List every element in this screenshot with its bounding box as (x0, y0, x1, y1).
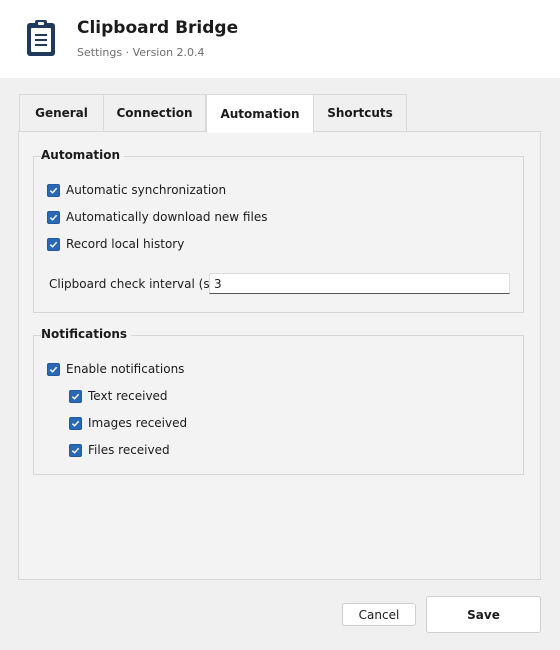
notifications-group-title: Notifications (41, 327, 132, 341)
checkmark-icon (69, 416, 82, 430)
checkmark-icon (69, 389, 82, 403)
app-header: Clipboard Bridge Settings · Version 2.0.… (0, 0, 560, 78)
interval-input[interactable] (209, 273, 510, 294)
local-history-checkbox[interactable]: Record local history (47, 237, 184, 251)
interval-label: Clipboard check interval (s) (49, 277, 215, 291)
files-received-checkbox[interactable]: Files received (69, 443, 170, 457)
text-received-checkbox[interactable]: Text received (69, 389, 168, 403)
enable-notifications-label: Enable notifications (66, 362, 185, 376)
checkmark-icon (47, 362, 60, 376)
checkmark-icon (47, 210, 60, 224)
auto-sync-label: Automatic synchronization (66, 183, 227, 197)
clipboard-icon (27, 20, 55, 56)
images-received-label: Images received (88, 416, 188, 430)
app-title: Clipboard Bridge (77, 18, 239, 38)
auto-download-label: Automatically download new files (66, 210, 268, 224)
tab-general[interactable]: General (19, 94, 104, 131)
tab-connection[interactable]: Connection (103, 94, 206, 131)
tab-shortcuts[interactable]: Shortcuts (313, 94, 407, 131)
checkmark-icon (69, 443, 82, 457)
cancel-button[interactable]: Cancel (342, 603, 416, 626)
tab-automation[interactable]: Automation (206, 94, 314, 133)
save-button[interactable]: Save (426, 596, 541, 633)
auto-download-checkbox[interactable]: Automatically download new files (47, 210, 267, 224)
images-received-checkbox[interactable]: Images received (69, 416, 187, 430)
text-received-label: Text received (88, 389, 168, 403)
auto-sync-checkbox[interactable]: Automatic synchronization (47, 183, 226, 197)
files-received-label: Files received (88, 443, 170, 457)
local-history-label: Record local history (66, 237, 185, 251)
checkmark-icon (47, 183, 60, 197)
app-subtitle: Settings · Version 2.0.4 (77, 46, 205, 59)
checkmark-icon (47, 237, 60, 251)
automation-group-title: Automation (41, 148, 125, 162)
enable-notifications-checkbox[interactable]: Enable notifications (47, 362, 184, 376)
